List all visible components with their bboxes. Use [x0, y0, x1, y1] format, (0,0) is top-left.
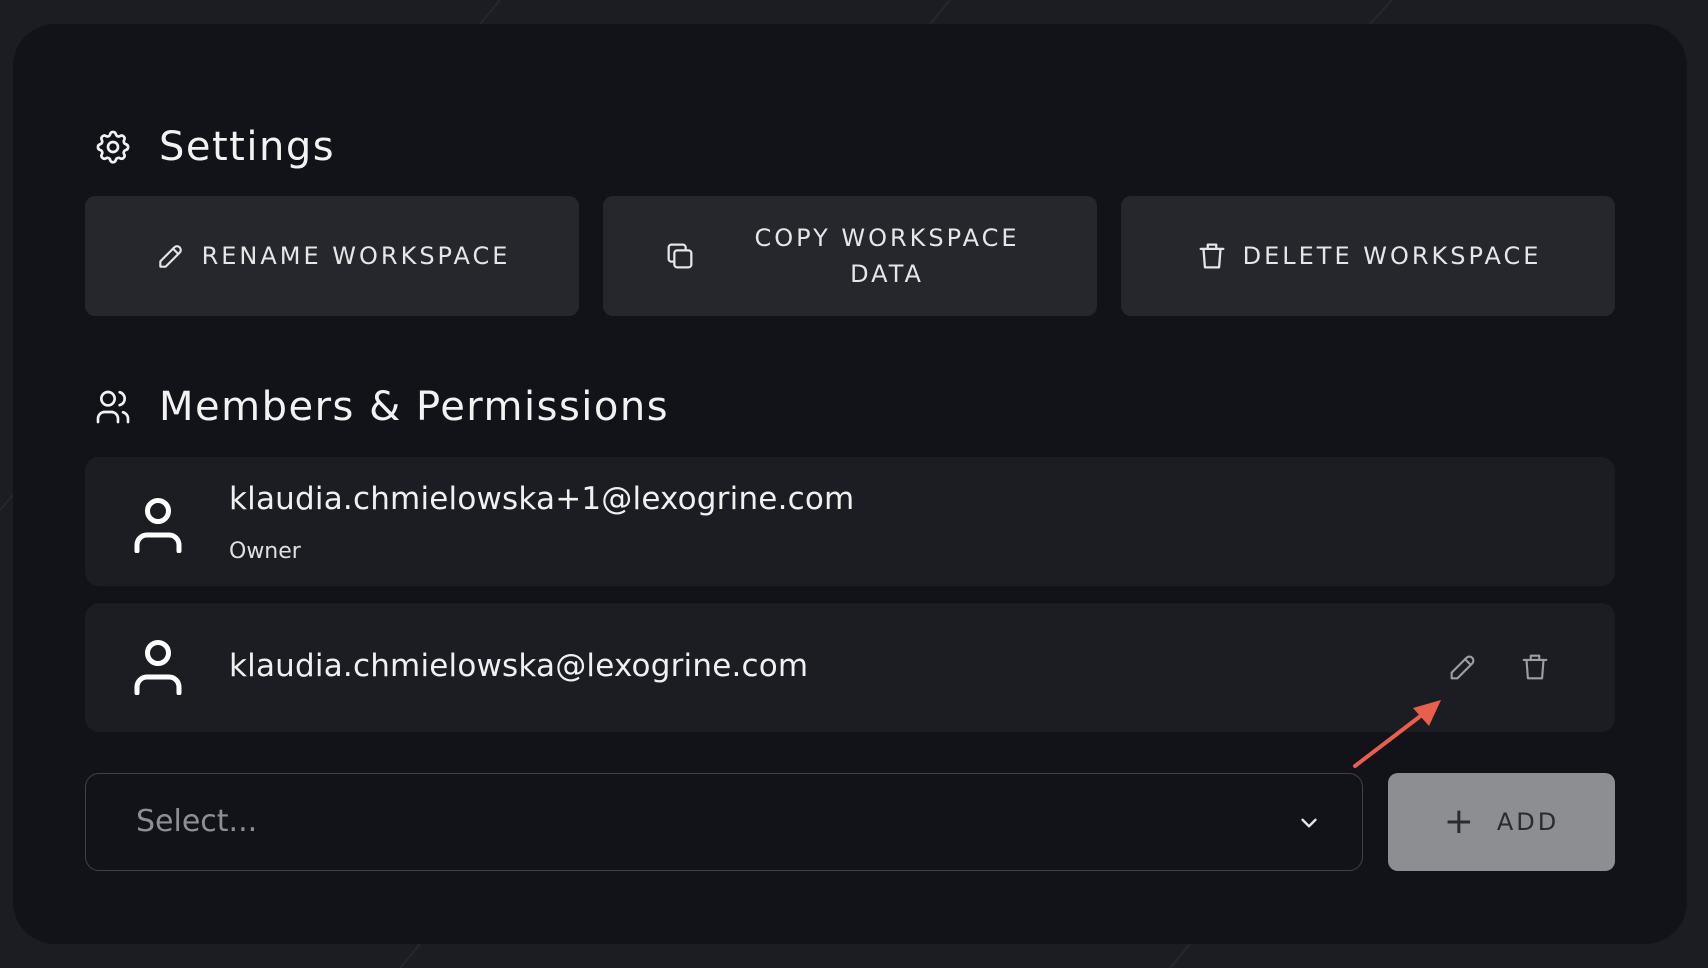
settings-title: Settings: [159, 124, 336, 170]
rename-workspace-button[interactable]: RENAME WORKSPACE: [85, 196, 579, 316]
member-email: klaudia.chmielowska@lexogrine.com: [229, 648, 809, 684]
settings-header: Settings: [93, 124, 335, 170]
user-icon: [133, 497, 183, 554]
add-member-button[interactable]: + ADD: [1388, 773, 1615, 871]
add-member-label: ADD: [1496, 808, 1560, 836]
members-header: Members & Permissions: [93, 384, 669, 430]
users-icon: [93, 387, 133, 427]
delete-member-trash-icon[interactable]: [1515, 647, 1555, 687]
edit-member-pencil-icon[interactable]: [1443, 647, 1483, 687]
plus-icon: +: [1443, 801, 1477, 842]
pencil-icon: [154, 239, 188, 273]
rename-workspace-label: RENAME WORKSPACE: [201, 242, 511, 270]
member-row: klaudia.chmielowska+1@lexogrine.com Owne…: [85, 457, 1615, 586]
select-placeholder: Select...: [136, 804, 258, 839]
trash-icon: [1195, 239, 1229, 273]
member-row: klaudia.chmielowska@lexogrine.com: [85, 603, 1615, 732]
copy-icon: [663, 239, 697, 273]
copy-workspace-data-button[interactable]: COPY WORKSPACE DATA: [603, 196, 1097, 316]
copy-workspace-data-label: COPY WORKSPACE DATA: [754, 224, 1020, 288]
delete-workspace-button[interactable]: DELETE WORKSPACE: [1121, 196, 1615, 316]
member-select-dropdown[interactable]: Select...: [85, 773, 1363, 871]
member-role: Owner: [229, 539, 301, 564]
member-email: klaudia.chmielowska+1@lexogrine.com: [229, 481, 855, 517]
gear-icon: [93, 127, 133, 167]
delete-workspace-label: DELETE WORKSPACE: [1242, 242, 1542, 270]
settings-panel: Settings RENAME WORKSPACE COPY WORKSPACE…: [13, 24, 1687, 944]
members-title: Members & Permissions: [159, 384, 670, 430]
chevron-down-icon: [1296, 810, 1322, 836]
user-icon: [133, 639, 183, 696]
